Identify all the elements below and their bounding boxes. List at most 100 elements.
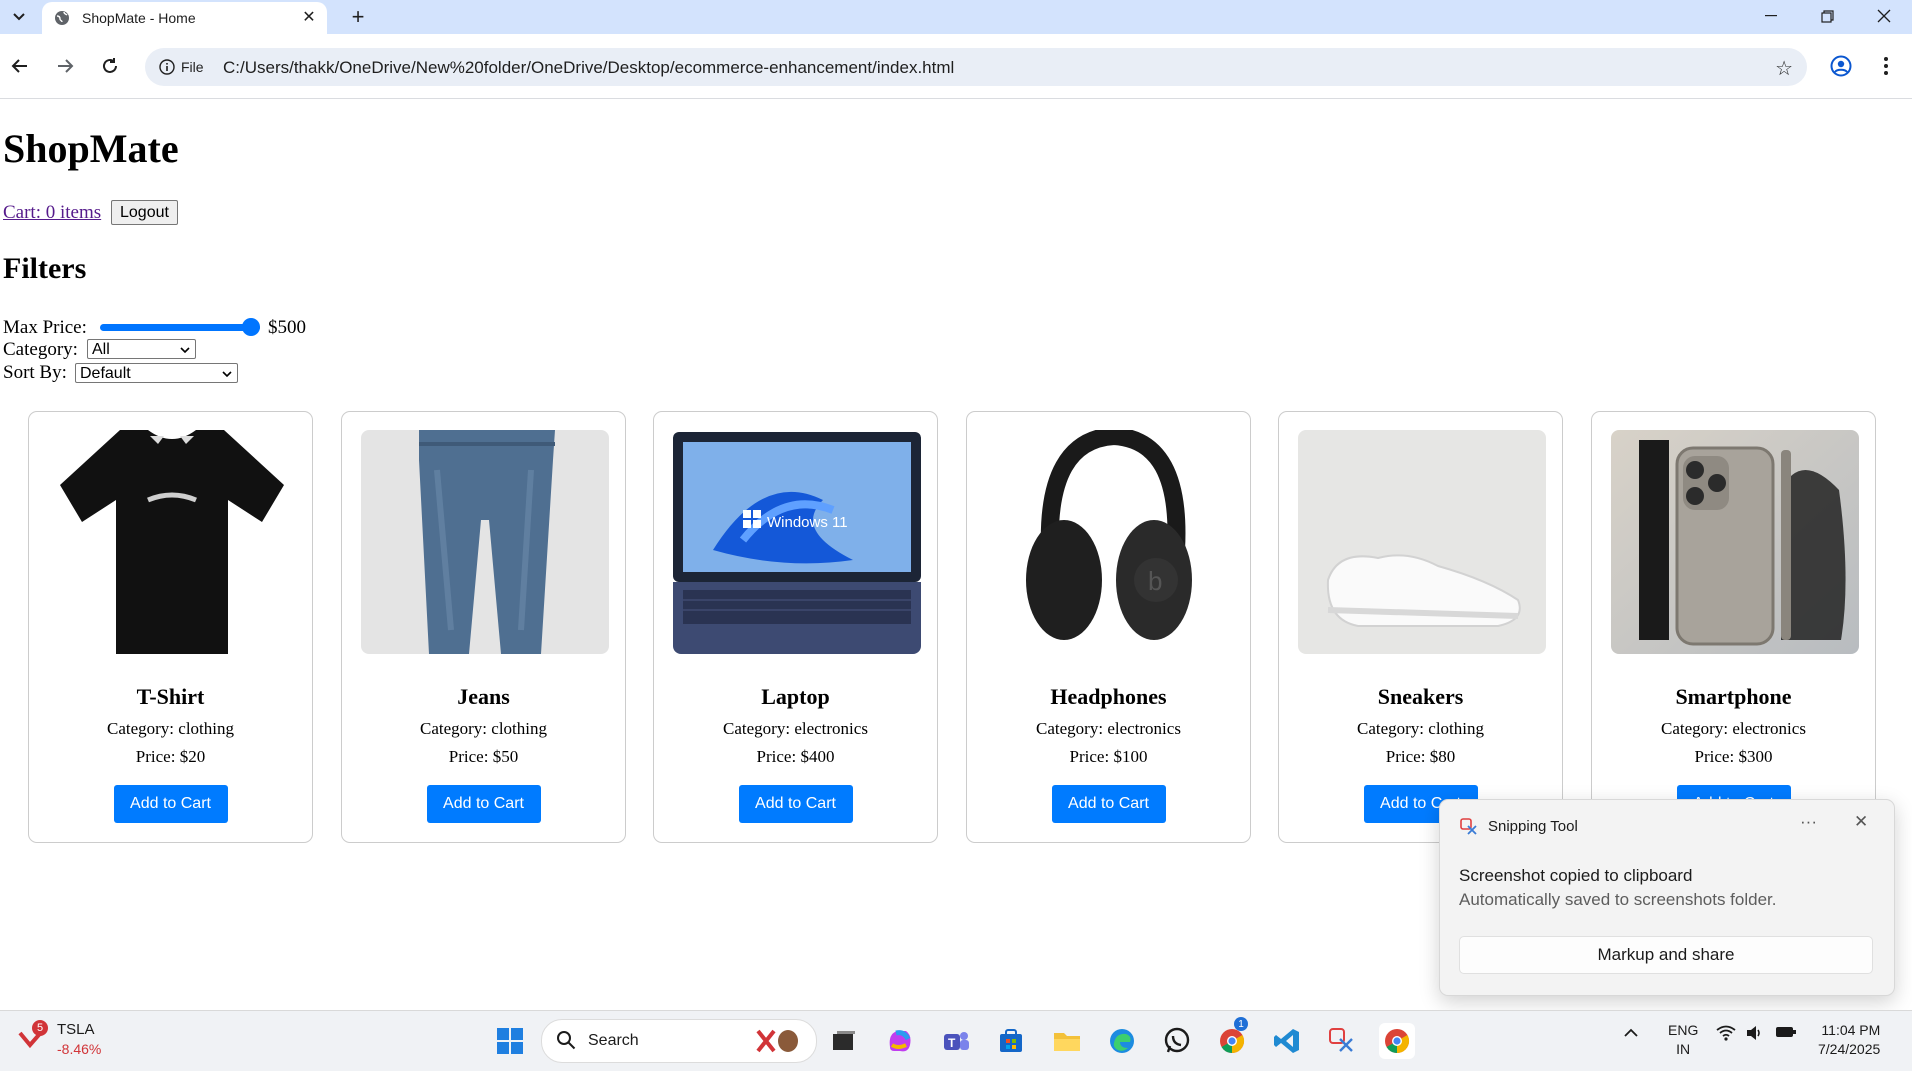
product-category: Category: clothing bbox=[106, 719, 234, 738]
new-tab-button[interactable]: + bbox=[345, 4, 371, 30]
wifi-icon[interactable] bbox=[1716, 1025, 1736, 1045]
reload-icon bbox=[103, 58, 117, 73]
markup-and-share-button[interactable]: Markup and share bbox=[1459, 936, 1873, 974]
chrome-notification-badge: 1 bbox=[1234, 1017, 1248, 1031]
snipping-tool-notification: Snipping Tool ··· ✕ Screenshot copied to… bbox=[1439, 799, 1895, 996]
address-bar[interactable]: File C:/Users/thakk/OneDrive/New%20folde… bbox=[145, 48, 1807, 86]
product-price: Price: $400 bbox=[756, 747, 835, 766]
add-to-cart-button[interactable]: Add to Cart bbox=[113, 785, 228, 823]
snipping-tool-icon bbox=[1460, 818, 1477, 835]
clock-time: 11:04 PM bbox=[1821, 1022, 1881, 1038]
product-name: Smartphone bbox=[1675, 684, 1792, 709]
restore-icon bbox=[1820, 9, 1834, 23]
filters-heading: Filters bbox=[3, 252, 87, 285]
clock-date: 7/24/2025 bbox=[1818, 1041, 1881, 1057]
edge-icon[interactable] bbox=[1104, 1023, 1140, 1059]
close-icon bbox=[1877, 9, 1891, 23]
copilot-icon[interactable] bbox=[882, 1023, 918, 1059]
slider-track bbox=[100, 324, 260, 331]
product-name: Laptop bbox=[761, 684, 830, 709]
url-text[interactable]: C:/Users/thakk/OneDrive/New%20folder/One… bbox=[223, 58, 954, 78]
product-price: Price: $50 bbox=[448, 747, 519, 766]
minimize-button[interactable] bbox=[1743, 0, 1799, 32]
restore-button[interactable] bbox=[1799, 0, 1855, 32]
battery-icon[interactable] bbox=[1775, 1025, 1797, 1043]
snipping-tool-taskbar-icon[interactable] bbox=[1324, 1023, 1360, 1059]
vscode-icon[interactable] bbox=[1269, 1023, 1305, 1059]
cart-link[interactable]: Cart: 0 items bbox=[3, 202, 101, 224]
sort-select[interactable]: Default bbox=[75, 363, 238, 383]
task-view-icon[interactable] bbox=[826, 1023, 862, 1059]
system-clock[interactable]: 11:04 PM 7/24/2025 bbox=[1818, 1021, 1880, 1059]
close-tab-icon[interactable]: ✕ bbox=[298, 6, 320, 28]
tab-strip: ShopMate - Home ✕ + bbox=[0, 0, 1912, 34]
laptop-image: Windows 11 bbox=[673, 430, 921, 654]
chevron-down-icon bbox=[220, 364, 234, 384]
product-category: Category: clothing bbox=[419, 719, 547, 738]
taskbar-search[interactable]: Search bbox=[541, 1019, 817, 1063]
more-options-icon[interactable]: ··· bbox=[1800, 812, 1817, 832]
search-highlight-icon bbox=[756, 1029, 798, 1053]
stock-symbol: TSLA bbox=[57, 1021, 95, 1038]
chevron-up-icon[interactable] bbox=[1624, 1025, 1638, 1042]
category-select[interactable]: All bbox=[87, 339, 196, 359]
product-card: Jeans Category: clothing Price: $50 Add … bbox=[341, 411, 626, 843]
volume-icon[interactable] bbox=[1745, 1025, 1763, 1045]
chrome-active-icon[interactable] bbox=[1379, 1023, 1415, 1059]
start-button[interactable] bbox=[492, 1023, 528, 1059]
product-name: Headphones bbox=[1050, 684, 1167, 709]
svg-text:T: T bbox=[948, 1036, 956, 1050]
product-card: b Headphones Category: electronics Price… bbox=[966, 411, 1251, 843]
chrome-icon[interactable]: 1 bbox=[1214, 1017, 1250, 1059]
close-window-button[interactable] bbox=[1856, 0, 1912, 32]
product-card: T-Shirt Category: clothing Price: $20 Ad… bbox=[28, 411, 313, 843]
menu-button[interactable] bbox=[1870, 50, 1902, 82]
slider-thumb[interactable] bbox=[242, 318, 260, 336]
language-top: ENG bbox=[1668, 1022, 1699, 1038]
windows-start-icon bbox=[497, 1028, 523, 1054]
browser-tab[interactable]: ShopMate - Home ✕ bbox=[42, 2, 327, 34]
notification-app-name: Snipping Tool bbox=[1488, 818, 1578, 835]
product-name: Sneakers bbox=[1377, 684, 1464, 709]
teams-icon[interactable]: T bbox=[938, 1023, 974, 1059]
product-name: Jeans bbox=[457, 684, 510, 709]
forward-button[interactable] bbox=[49, 50, 81, 82]
minimize-icon bbox=[1765, 15, 1777, 17]
product-category: Category: electronics bbox=[1036, 719, 1181, 738]
tab-title: ShopMate - Home bbox=[82, 10, 196, 26]
tab-search-dropdown[interactable] bbox=[4, 4, 34, 30]
bookmark-star-icon[interactable]: ☆ bbox=[1775, 56, 1793, 81]
profile-icon bbox=[1830, 55, 1852, 77]
profile-button[interactable] bbox=[1825, 50, 1857, 82]
product-category: Category: electronics bbox=[1661, 719, 1806, 738]
site-info-chip[interactable]: File bbox=[151, 53, 214, 81]
jeans-image bbox=[361, 430, 609, 654]
sneakers-image bbox=[1298, 430, 1546, 654]
windows-logo-text: Windows 11 bbox=[767, 514, 848, 531]
product-price: Price: $300 bbox=[1694, 747, 1773, 766]
store-icon[interactable] bbox=[993, 1023, 1029, 1059]
chevron-down-icon bbox=[178, 340, 192, 360]
language-indicator[interactable]: ENG IN bbox=[1668, 1021, 1698, 1059]
language-bottom: IN bbox=[1676, 1041, 1691, 1057]
product-category: Category: clothing bbox=[1356, 719, 1484, 738]
max-price-label: Max Price: bbox=[3, 317, 87, 338]
add-to-cart-button[interactable]: Add to Cart bbox=[738, 785, 853, 823]
add-to-cart-button[interactable]: Add to Cart bbox=[426, 785, 541, 823]
back-button[interactable] bbox=[4, 50, 36, 82]
logout-button[interactable]: Logout bbox=[111, 200, 178, 225]
search-placeholder: Search bbox=[588, 1032, 639, 1049]
arrow-left-icon bbox=[11, 59, 27, 73]
category-label: Category: bbox=[3, 339, 78, 360]
smartphone-image bbox=[1611, 430, 1859, 654]
max-price-slider[interactable] bbox=[100, 317, 260, 337]
tshirt-image bbox=[48, 430, 296, 654]
file-explorer-icon[interactable] bbox=[1049, 1023, 1085, 1059]
reload-button[interactable] bbox=[94, 50, 126, 82]
url-chip-label: File bbox=[181, 59, 204, 75]
category-selected: All bbox=[92, 341, 110, 358]
close-icon[interactable]: ✕ bbox=[1854, 812, 1868, 832]
whatsapp-icon[interactable] bbox=[1159, 1023, 1195, 1059]
max-price-value: $500 bbox=[268, 317, 306, 338]
add-to-cart-button[interactable]: Add to Cart bbox=[1051, 785, 1166, 823]
